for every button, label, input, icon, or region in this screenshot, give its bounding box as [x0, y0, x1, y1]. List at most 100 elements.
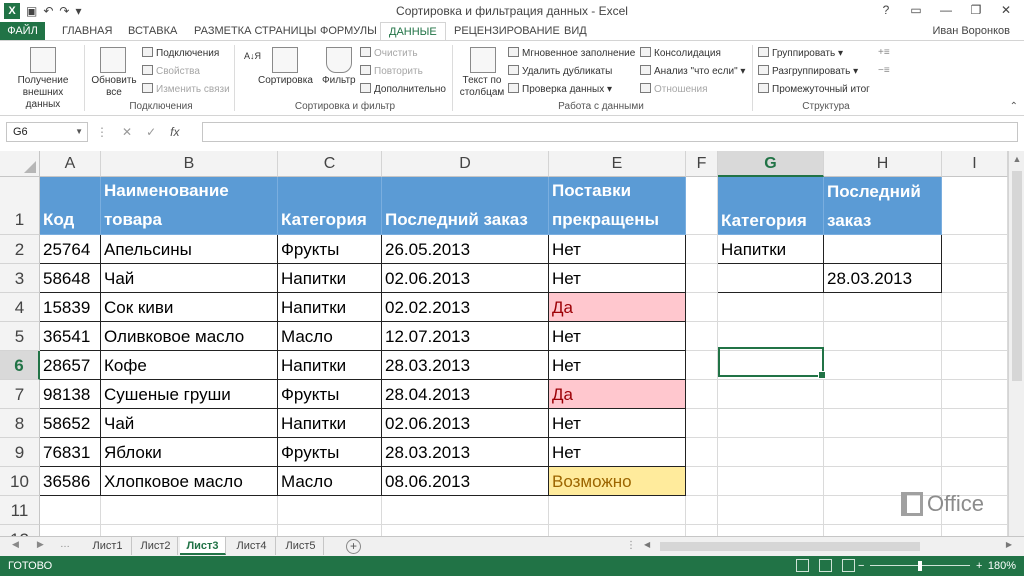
row-header-1[interactable]: 1	[0, 177, 40, 235]
collapse-ribbon-icon[interactable]: ⌃	[1010, 101, 1018, 112]
zoom-in-icon[interactable]: +	[976, 556, 982, 576]
reapply-button[interactable]: Повторить	[360, 65, 423, 77]
more-sheets-icon[interactable]: …	[60, 539, 70, 550]
help-button[interactable]: ?	[872, 1, 900, 19]
table-cell-category[interactable]: Масло	[278, 467, 382, 496]
table-cell-name[interactable]: Сушеные груши	[101, 380, 278, 409]
row-header-11[interactable]: 11	[0, 496, 40, 525]
grid-cell[interactable]	[718, 293, 824, 322]
table-header-cell[interactable]: Код	[40, 177, 101, 235]
column-header-d[interactable]: D	[382, 151, 549, 177]
table-cell-discontinued[interactable]: Нет	[549, 264, 686, 293]
flash-fill-button[interactable]: Мгновенное заполнение	[508, 47, 635, 59]
table-cell-last-order[interactable]: 28.04.2013	[382, 380, 549, 409]
table-cell-last-order[interactable]: 28.03.2013	[382, 438, 549, 467]
row-header-2[interactable]: 2	[0, 235, 40, 264]
table-cell-last-order[interactable]: 26.05.2013	[382, 235, 549, 264]
grid-cell[interactable]	[686, 438, 718, 467]
column-header-c[interactable]: C	[278, 151, 382, 177]
grid-cell[interactable]	[40, 496, 101, 525]
ribbon-display-button[interactable]: ▭	[902, 1, 930, 19]
scroll-right-icon[interactable]: ▶	[1006, 540, 1012, 549]
user-name[interactable]: Иван Воронков	[932, 22, 1010, 40]
ungroup-button[interactable]: Разгруппировать ▾	[758, 65, 858, 77]
horizontal-scrollbar[interactable]: ◀ ▶	[640, 540, 1016, 553]
grid-cell[interactable]	[718, 380, 824, 409]
table-cell-discontinued[interactable]: Нет	[549, 409, 686, 438]
grid-cell[interactable]	[549, 525, 686, 536]
grid-cell[interactable]	[382, 525, 549, 536]
minimize-button[interactable]: —	[932, 1, 960, 19]
table-cell-category[interactable]: Напитки	[278, 409, 382, 438]
what-if-button[interactable]: Анализ "что если" ▾	[640, 65, 745, 77]
grid-cell[interactable]	[718, 496, 824, 525]
grid-cell[interactable]	[942, 409, 1008, 438]
select-all-button[interactable]	[0, 151, 40, 177]
row-header-9[interactable]: 9	[0, 438, 40, 467]
grid-cell[interactable]	[686, 293, 718, 322]
sheet-tab-2[interactable]: Лист2	[134, 537, 178, 555]
grid-cell[interactable]	[278, 525, 382, 536]
name-box-dropdown-icon[interactable]: ▼	[75, 123, 83, 141]
grid-cell[interactable]	[101, 525, 278, 536]
vertical-scroll-thumb[interactable]	[1012, 171, 1022, 381]
table-cell-discontinued[interactable]: Нет	[549, 235, 686, 264]
grid-cell[interactable]	[686, 177, 718, 235]
table-cell-name[interactable]: Сок киви	[101, 293, 278, 322]
grid-cell[interactable]	[686, 235, 718, 264]
hscroll-split-icon[interactable]: ⋮	[626, 540, 636, 551]
name-box[interactable]: G6 ▼	[6, 122, 88, 142]
zoom-slider-knob[interactable]	[918, 561, 922, 571]
table-cell-code[interactable]: 36586	[40, 467, 101, 496]
grid-cell[interactable]	[686, 467, 718, 496]
tab-review[interactable]: РЕЦЕНЗИРОВАНИЕ	[446, 22, 568, 40]
table-cell-discontinued[interactable]: Возможно	[549, 467, 686, 496]
table-cell-code[interactable]: 98138	[40, 380, 101, 409]
table-cell-name[interactable]: Кофе	[101, 351, 278, 380]
row-header-4[interactable]: 4	[0, 293, 40, 322]
table-cell-name[interactable]: Апельсины	[101, 235, 278, 264]
table-cell-last-order[interactable]: 02.02.2013	[382, 293, 549, 322]
grid-cell[interactable]	[686, 409, 718, 438]
data-validation-button[interactable]: Проверка данных ▾	[508, 83, 612, 95]
advanced-filter-button[interactable]: Дополнительно	[360, 83, 446, 95]
sort-az-button[interactable]: А↓Я	[244, 51, 261, 61]
column-header-a[interactable]: A	[40, 151, 101, 177]
sheet-tab-5[interactable]: Лист5	[278, 537, 324, 555]
table-cell-name[interactable]: Чай	[101, 409, 278, 438]
table-cell-discontinued[interactable]: Нет	[549, 351, 686, 380]
column-header-g[interactable]: G	[718, 151, 824, 177]
grid-cell[interactable]	[824, 351, 942, 380]
table-cell-category[interactable]: Фрукты	[278, 380, 382, 409]
table-cell-category[interactable]: Масло	[278, 322, 382, 351]
sheet-tab-3[interactable]: Лист3	[180, 537, 226, 555]
clear-filter-button[interactable]: Очистить	[360, 47, 418, 59]
table-cell-name[interactable]: Хлопковое масло	[101, 467, 278, 496]
zoom-out-icon[interactable]: −	[858, 556, 864, 576]
grid-cell[interactable]	[686, 380, 718, 409]
tab-data[interactable]: ДАННЫЕ	[380, 22, 446, 41]
table-header-cell[interactable]: Последний заказ	[382, 177, 549, 235]
connections-button[interactable]: Подключения	[142, 47, 219, 59]
criteria-cell[interactable]	[718, 264, 824, 293]
tab-home[interactable]: ГЛАВНАЯ	[54, 22, 120, 40]
grid-cell[interactable]	[40, 525, 101, 536]
grid-cell[interactable]	[942, 293, 1008, 322]
normal-view-icon[interactable]	[796, 559, 809, 572]
grid-cell[interactable]	[942, 351, 1008, 380]
page-layout-view-icon[interactable]	[819, 559, 832, 572]
group-button[interactable]: Группировать ▾	[758, 47, 843, 59]
criteria-cell[interactable]: 28.03.2013	[824, 264, 942, 293]
table-cell-category[interactable]: Напитки	[278, 293, 382, 322]
grid-cell[interactable]	[549, 496, 686, 525]
tab-file[interactable]: ФАЙЛ	[0, 22, 45, 40]
show-detail-icon[interactable]: +≡	[878, 47, 890, 58]
sheet-prev-icon[interactable]: ◀	[12, 539, 19, 550]
criteria-header-last-order[interactable]: Последний заказ	[824, 177, 942, 235]
row-header-12[interactable]: 12	[0, 525, 40, 536]
row-header-6[interactable]: 6	[0, 351, 40, 380]
sheet-tab-1[interactable]: Лист1	[84, 537, 132, 555]
table-cell-discontinued[interactable]: Нет	[549, 322, 686, 351]
table-cell-name[interactable]: Яблоки	[101, 438, 278, 467]
table-header-cell[interactable]: Поставки прекращены	[549, 177, 686, 235]
